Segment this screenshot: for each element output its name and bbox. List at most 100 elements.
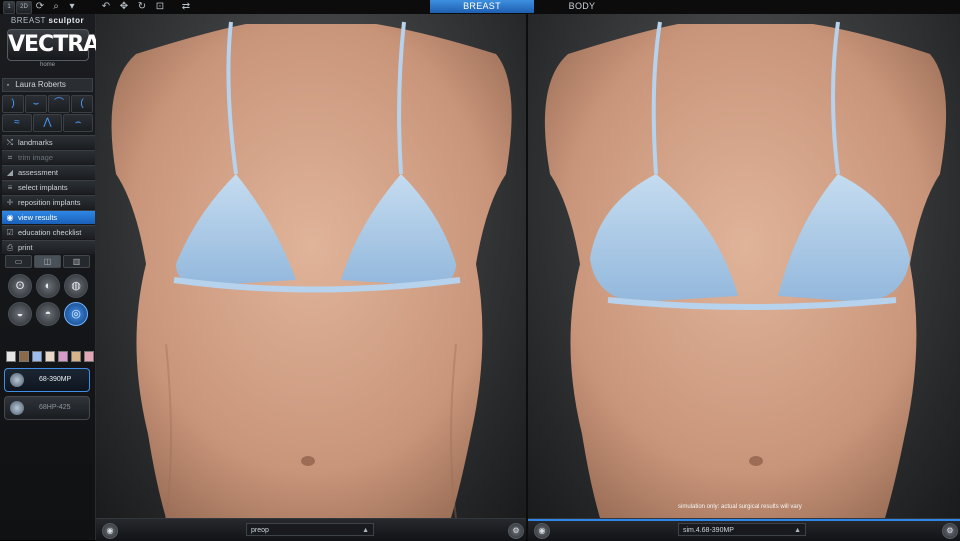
torso-outline-icon[interactable]: ◍ xyxy=(64,274,88,298)
landmarks-icon: ⤭ xyxy=(6,138,14,147)
shape-option-icon[interactable]: ( xyxy=(71,95,93,113)
torso-front-icon[interactable]: ʘ xyxy=(8,274,32,298)
zoom-icon[interactable]: ⌕ xyxy=(50,1,62,13)
refresh-icon[interactable]: ↻ xyxy=(136,1,148,13)
move-icon[interactable]: ✥ xyxy=(118,1,130,13)
shape-option-icon[interactable]: ≈ xyxy=(2,114,32,132)
navel-shape xyxy=(749,456,763,466)
garment-swatch[interactable] xyxy=(6,351,16,362)
simulation-selector-value: sim.4.68-390MP xyxy=(683,527,734,534)
sidebar: BREAST sculptor VECTRA home ▪ Laura Robe… xyxy=(0,14,107,540)
settings-icon[interactable]: ⚙ xyxy=(508,523,524,539)
menu-label: assessment xyxy=(18,168,59,177)
shape-option-icon[interactable]: ) xyxy=(2,95,24,113)
tab-breast-augmentation[interactable]: BREAST AUGMENTATION xyxy=(430,0,534,24)
preop-viewport[interactable] xyxy=(96,14,526,518)
chevron-up-icon: ▲ xyxy=(362,527,369,534)
print-icon: ⎙ xyxy=(6,243,14,252)
implant-option[interactable]: 68HP-425 xyxy=(4,396,90,420)
garment-swatches xyxy=(6,351,107,362)
implant-shape-row-1: ) ⌣ ⌒ ( xyxy=(2,95,93,113)
undo-icon[interactable]: ↶ xyxy=(100,1,112,13)
garment-swatch[interactable] xyxy=(32,351,42,362)
triple-view-icon[interactable]: ▥ xyxy=(63,255,90,268)
top-toolbar: 1 2D ⟳ ⌕ ▾ ↶ ✥ ↻ ⊡ ⇄ BREAST AUGMENTATION… xyxy=(0,0,960,24)
garment-swatch[interactable] xyxy=(19,351,29,362)
single-view-icon[interactable]: ▭ xyxy=(5,255,32,268)
view-2d-button[interactable]: 2D xyxy=(16,1,32,14)
implant-icon xyxy=(10,401,24,415)
vectra-logo: VECTRA xyxy=(7,29,100,61)
garment-swatch[interactable] xyxy=(84,351,94,362)
simulation-selector[interactable]: sim.4.68-390MP ▲ xyxy=(678,523,806,536)
menu-label: education checklist xyxy=(18,228,82,237)
preop-selector[interactable]: preop ▲ xyxy=(246,523,374,536)
reposition-icon: ✛ xyxy=(6,198,14,207)
chevron-up-icon: ▲ xyxy=(794,527,801,534)
rotate-icon[interactable]: ⟳ xyxy=(34,1,46,13)
menu-trim-image[interactable]: ⌗ trim image xyxy=(2,150,95,164)
simulated-torso-render xyxy=(544,21,947,518)
garment-view-icon[interactable]: ◎ xyxy=(64,302,88,326)
preop-torso-render xyxy=(111,21,512,518)
user-icon: ▪ xyxy=(6,82,10,89)
active-view-indicator xyxy=(528,519,960,521)
menu-label: view results xyxy=(18,213,58,222)
swap-icon[interactable]: ⇄ xyxy=(180,1,192,13)
menu-label: landmarks xyxy=(18,138,53,147)
simulation-disclaimer: simulation only: actual surgical results… xyxy=(678,504,802,510)
preop-selector-value: preop xyxy=(251,527,269,534)
shape-option-icon[interactable]: ⋀ xyxy=(32,114,63,132)
camera-icon[interactable]: ◉ xyxy=(534,523,550,539)
menu-label: trim image xyxy=(18,153,54,162)
menu-view-results[interactable]: ◉ view results xyxy=(2,210,95,224)
camera-icon[interactable]: ◉ xyxy=(102,523,118,539)
settings-icon[interactable]: ⚙ xyxy=(942,523,958,539)
implant-label: 68-390MP xyxy=(39,376,72,383)
fit-icon[interactable]: ⊡ xyxy=(154,1,166,13)
implant-icon xyxy=(10,373,24,387)
simulation-viewport[interactable] xyxy=(528,14,960,518)
view-1-button[interactable]: 1 xyxy=(3,1,15,14)
menu-reposition-implants[interactable]: ✛ reposition implants xyxy=(2,195,95,209)
tab-body-contouring[interactable]: BODY CONTOURING xyxy=(536,0,628,24)
brand-main: sculptor xyxy=(48,16,85,25)
menu-label: print xyxy=(18,243,33,252)
menu-select-implants[interactable]: ≡ select implants xyxy=(2,180,95,194)
shape-option-icon[interactable]: ⌒ xyxy=(48,95,70,113)
eye-icon: ◉ xyxy=(6,213,14,222)
home-link[interactable]: home xyxy=(0,62,95,68)
shape-option-icon[interactable]: ⌣ xyxy=(25,95,47,113)
implant-label: 68HP-425 xyxy=(39,404,71,411)
checklist-icon: ☑ xyxy=(6,228,14,237)
torso-crosssection-icon[interactable]: ◒ xyxy=(8,302,32,326)
brand-prefix: BREAST xyxy=(10,16,46,25)
trim-icon: ⌗ xyxy=(7,153,13,162)
shape-option-icon[interactable]: ⌢ xyxy=(63,114,94,132)
preop-footer: ◉ preop ▲ ⚙ xyxy=(96,518,526,541)
torso-side-icon[interactable]: ◐ xyxy=(36,274,60,298)
menu-label: select implants xyxy=(18,183,68,192)
implant-option-selected[interactable]: 68-390MP xyxy=(4,368,90,392)
navel-shape xyxy=(301,456,315,466)
render-mode-grid: ʘ ◐ ◍ ◒ ◓ ◎ xyxy=(8,274,88,326)
split-view-icon[interactable]: ◫ xyxy=(34,255,61,268)
brand-title: BREAST sculptor xyxy=(0,16,95,25)
heatmap-icon[interactable]: ◓ xyxy=(36,302,60,326)
dropdown-icon[interactable]: ▾ xyxy=(66,1,78,13)
menu-landmarks[interactable]: ⤭ landmarks xyxy=(2,135,95,149)
menu-label: reposition implants xyxy=(18,198,81,207)
garment-swatch[interactable] xyxy=(71,351,81,362)
view-layout-selector: ▭ ◫ ▥ xyxy=(5,255,90,268)
simulation-footer: ◉ sim.4.68-390MP ▲ ⚙ xyxy=(528,518,960,541)
patient-name: Laura Roberts xyxy=(15,80,66,89)
garment-swatch[interactable] xyxy=(58,351,68,362)
menu-education-checklist[interactable]: ☑ education checklist xyxy=(2,225,95,239)
garment-swatch[interactable] xyxy=(45,351,55,362)
menu-assessment[interactable]: ◢ assessment xyxy=(2,165,95,179)
menu-print[interactable]: ⎙ print xyxy=(2,240,95,254)
implant-icon: ≡ xyxy=(7,183,13,192)
implant-shape-row-2: ≈ ⋀ ⌢ xyxy=(2,114,94,132)
assessment-icon: ◢ xyxy=(6,168,14,177)
patient-name-field[interactable]: ▪ Laura Roberts xyxy=(2,78,93,92)
